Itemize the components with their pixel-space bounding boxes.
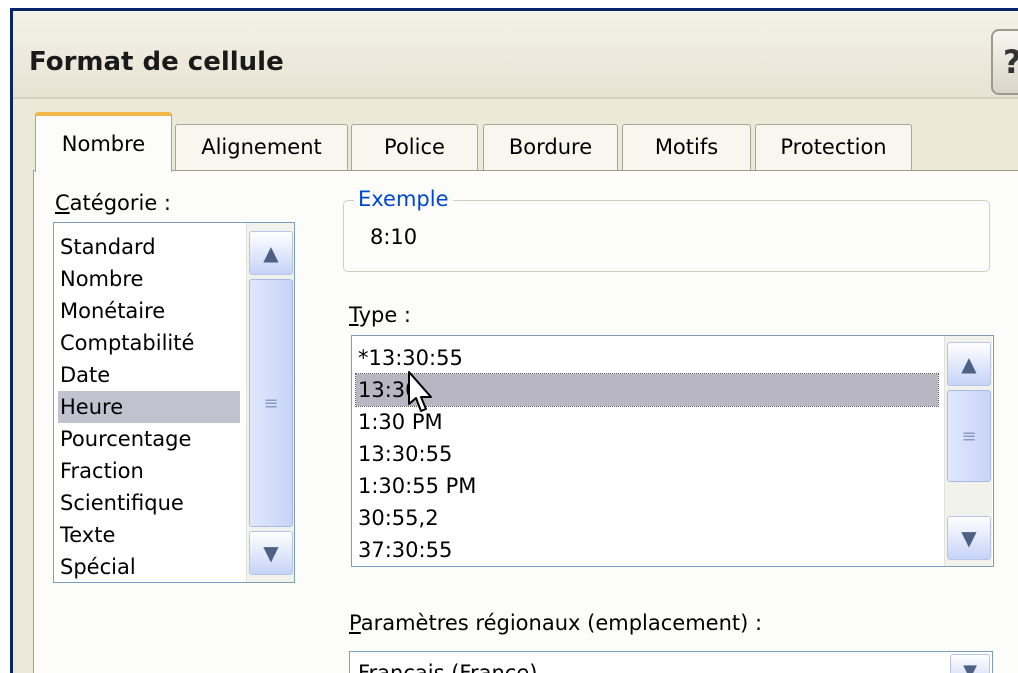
format-cells-dialog: Format de cellule ? Nombre Alignement Po… [10,8,1018,673]
category-scroll-thumb[interactable]: ≡ [249,279,293,527]
chevron-down-icon[interactable]: ▼ [950,654,990,673]
category-item-comptabilite[interactable]: Comptabilité [58,327,194,359]
category-item-heure[interactable]: Heure [58,391,240,423]
dialog-titlebar[interactable]: Format de cellule ? [13,11,1018,99]
category-item-monetaire[interactable]: Monétaire [58,295,165,327]
category-item-scientifique[interactable]: Scientifique [58,487,184,519]
locale-label: Paramètres régionaux (emplacement) : [349,611,763,635]
type-listbox[interactable]: *13:30:55 13:30 1:30 PM 13:30:55 1:30:55… [351,335,994,567]
category-item-pourcentage[interactable]: Pourcentage [58,423,191,455]
tab-motifs[interactable]: Motifs [622,124,751,170]
tab-police[interactable]: Police [351,124,478,170]
tab-nombre[interactable]: Nombre [35,112,172,172]
mouse-pointer-icon [408,371,432,412]
type-item-selected[interactable]: 13:30 [355,373,939,407]
type-item[interactable]: 37:30:55 [356,534,452,566]
type-item[interactable]: 13:30:55 [356,438,452,470]
chevron-up-icon[interactable]: ▲ [947,342,991,386]
category-item-texte[interactable]: Texte [58,519,115,551]
category-item-standard[interactable]: Standard [58,231,156,263]
type-scrollbar[interactable]: ▲ ≡ ▼ [944,336,992,566]
chevron-down-icon[interactable]: ▼ [249,531,293,575]
locale-select-value: Français (France) [358,661,538,673]
type-item[interactable]: 30:55,2 [356,502,439,534]
chevron-down-icon[interactable]: ▼ [947,516,991,560]
type-item[interactable]: 1:30:55 PM [356,470,476,502]
type-scroll-thumb[interactable]: ≡ [947,390,991,482]
sample-legend: Exemple [354,187,453,211]
sample-groupbox: Exemple 8:10 [343,187,990,272]
category-label: Catégorie : [55,191,172,215]
tab-panel-nombre: Catégorie : Standard Nombre Monétaire Co… [33,170,1018,673]
category-item-nombre[interactable]: Nombre [58,263,143,295]
chevron-up-icon[interactable]: ▲ [249,231,293,275]
sample-value: 8:10 [370,225,418,249]
type-label: Type : [349,303,411,327]
help-button[interactable]: ? [991,29,1018,95]
category-scrollbar[interactable]: ▲ ≡ ▼ [246,223,294,582]
tab-protection[interactable]: Protection [755,124,912,170]
category-listbox[interactable]: Standard Nombre Monétaire Comptabilité D… [53,222,295,583]
locale-select[interactable]: Français (France) ▼ [349,651,993,673]
tab-bordure[interactable]: Bordure [483,124,618,170]
category-item-fraction[interactable]: Fraction [58,455,144,487]
tab-alignement[interactable]: Alignement [175,124,348,170]
category-item-date[interactable]: Date [58,359,110,391]
category-item-special[interactable]: Spécial [58,551,136,582]
dialog-title: Format de cellule [29,47,284,77]
